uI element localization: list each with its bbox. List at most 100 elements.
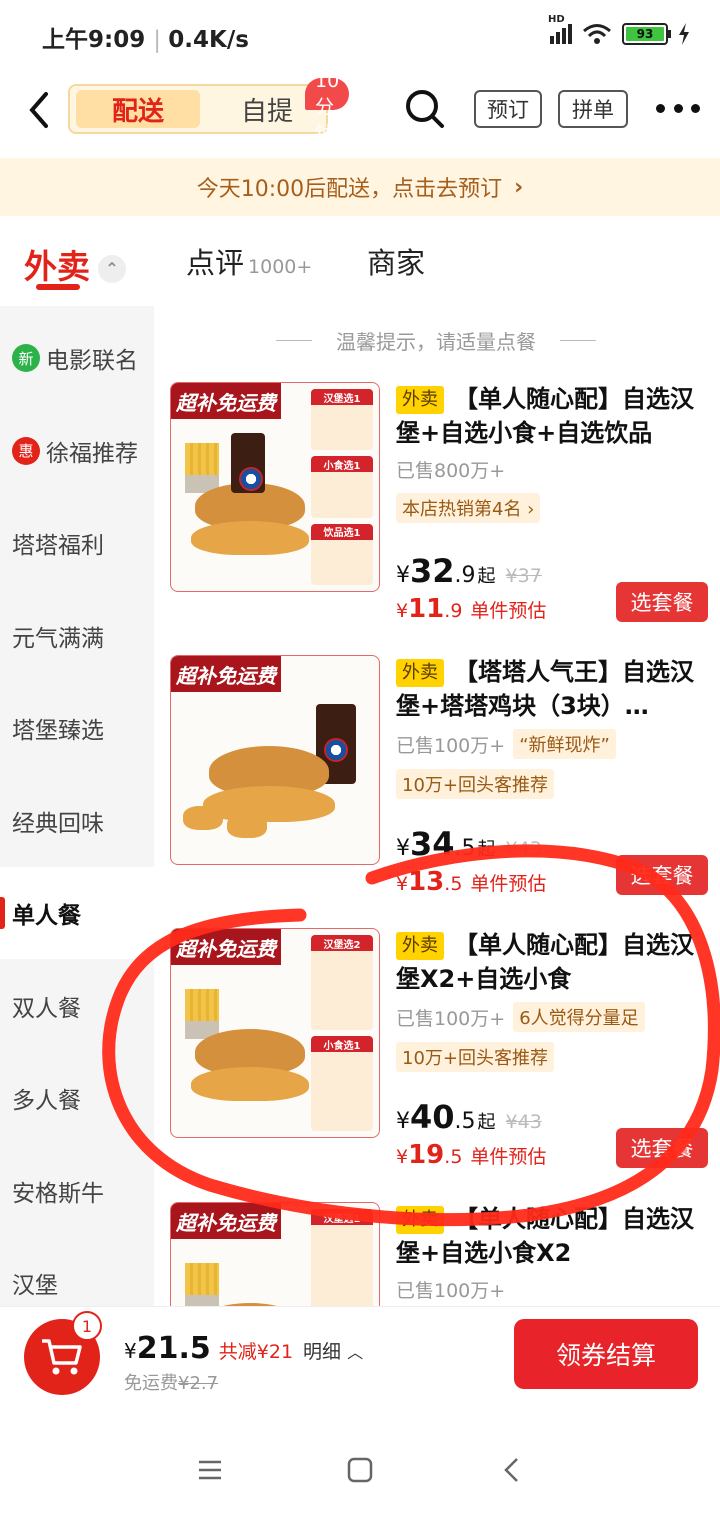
network-speed: 0.4K/s <box>168 27 249 53</box>
reserve-button[interactable]: 预订 <box>474 90 542 128</box>
original-price: ¥37 <box>505 565 542 587</box>
tab-takeout[interactable]: 外卖 ⌃ <box>24 240 126 288</box>
product-chip[interactable]: 本店热销第4名 › <box>396 493 541 523</box>
product-info: 外卖 【单人随心配】自选汉堡X2+自选小食已售100万+ 6人觉得分量足 10万+回头… <box>396 928 701 1072</box>
notice-text: 今天10:00后配送，点击去预订 <box>196 177 503 202</box>
combo-tags: 汉堡选1 小食选1 饮品选1 <box>311 389 373 585</box>
currency-symbol: ¥ <box>396 600 409 622</box>
fast-badge: 快10分钟 <box>305 47 350 145</box>
total-amount: 21.5 <box>136 1331 211 1366</box>
sidebar-item[interactable]: 多人餐 <box>0 1052 154 1144</box>
back-icon[interactable] <box>22 88 62 132</box>
est-decimal: .5 <box>444 873 463 895</box>
est-label: 单件预估 <box>470 1146 547 1168</box>
price-suffix: 起 <box>477 1112 496 1133</box>
sidebar-item[interactable]: 元气满满 <box>0 590 154 682</box>
product-image[interactable]: 超补免运费 汉堡选1 小食选1 饮品选1 <box>170 382 380 592</box>
choose-combo-button[interactable]: 选套餐 <box>616 582 708 622</box>
original-price: ¥43 <box>505 1111 542 1133</box>
product-title[interactable]: 外卖 【单人随心配】自选汉堡+自选小食X2 <box>396 1202 701 1270</box>
sold-row: 已售100万+ “新鲜现炸” <box>396 729 701 759</box>
more-icon[interactable] <box>656 100 700 116</box>
sidebar-item[interactable]: 新电影联名 <box>0 312 154 404</box>
cart-bar: 1 ¥ 21.5 共减¥21 明细 ︿ 免运费¥2.7 领券结算 <box>0 1306 720 1420</box>
product-card[interactable]: 超补免运费 汉堡选2 小食选1 外卖 【单人随心配】自选汉堡X2+自选小食已售100万+… <box>168 928 708 1188</box>
price-integer: 40 <box>410 1098 455 1136</box>
combo-tag-label: 汉堡选1 <box>311 1209 373 1225</box>
fries-image <box>185 989 219 1039</box>
detail-label: 明细 <box>303 1341 342 1363</box>
sidebar-item-label: 安格斯牛 <box>12 1180 104 1207</box>
est-integer: 13 <box>408 867 445 897</box>
product-card[interactable]: 超补免运费 外卖 【塔塔人气王】自选汉堡+塔塔鸡块（3块）… 已售100万+ “新鲜现炸… <box>168 655 708 915</box>
product-card[interactable]: 超补免运费 汉堡选1 小食选1 饮品选1 外卖 【单人随心配】自选汉堡+自选小食+自选饮品… <box>168 382 708 642</box>
fries-image <box>185 443 219 493</box>
sidebar-badge: 惠 <box>12 436 40 465</box>
sidebar-item[interactable]: 经典回味 <box>0 775 154 867</box>
home-icon[interactable] <box>340 1450 380 1490</box>
currency-symbol: ¥ <box>396 1109 410 1134</box>
promo-banner: 超补免运费 <box>171 929 281 965</box>
drink-image <box>231 433 265 493</box>
product-title[interactable]: 外卖 【塔塔人气王】自选汉堡+塔塔鸡块（3块）… <box>396 655 701 723</box>
chips-row: 10万+回头客推荐 <box>396 769 701 799</box>
sidebar-item[interactable]: 单人餐 <box>0 867 154 959</box>
takeout-tag: 外卖 <box>396 1206 444 1234</box>
combo-tag: 汉堡选1 <box>311 389 373 451</box>
product-title[interactable]: 外卖 【单人随心配】自选汉堡+自选小食+自选饮品 <box>396 382 701 450</box>
burger-patty <box>191 521 309 555</box>
tab-indicator <box>36 284 80 290</box>
tab-reviews[interactable]: 点评 1000+ <box>186 240 312 282</box>
sidebar-item-label: 经典回味 <box>12 810 104 837</box>
checkout-button[interactable]: 领券结算 <box>514 1319 698 1389</box>
collapse-icon[interactable]: ⌃ <box>98 254 126 283</box>
menu-icon[interactable] <box>190 1450 230 1490</box>
product-image[interactable]: 超补免运费 <box>170 655 380 865</box>
sidebar-item-label: 电影联名 <box>46 348 138 374</box>
battery-level: 93 <box>626 27 664 41</box>
product-chip: 6人觉得分量足 <box>513 1002 645 1032</box>
charging-icon <box>679 23 689 45</box>
sold-count: 已售100万+ <box>396 734 506 757</box>
back-nav-icon[interactable] <box>492 1450 532 1490</box>
sidebar-item[interactable]: 惠徐福推荐 <box>0 405 154 497</box>
product-chip: 10万+回头客推荐 <box>396 769 554 799</box>
takeout-tag: 外卖 <box>396 659 444 687</box>
original-price: ¥43 <box>505 838 542 860</box>
clock: 上午9:09 <box>42 27 146 53</box>
product-title[interactable]: 外卖 【单人随心配】自选汉堡X2+自选小食 <box>396 928 701 996</box>
search-icon[interactable] <box>404 88 446 130</box>
sold-row: 已售800万+ <box>396 456 701 483</box>
battery-icon: 93 <box>622 23 671 45</box>
tab-merchant[interactable]: 商家 <box>367 240 425 282</box>
chips-row: 10万+回头客推荐 <box>396 1042 701 1072</box>
signal-icon: HD <box>548 14 572 44</box>
sold-row: 已售100万+ 6人觉得分量足 <box>396 1002 701 1032</box>
est-integer: 11 <box>408 594 445 624</box>
mode-delivery-tab[interactable]: 配送 <box>76 90 200 128</box>
nugget-image <box>227 814 267 838</box>
preorder-notice[interactable]: 今天10:00后配送，点击去预订 › <box>0 158 720 216</box>
sold-count: 已售100万+ <box>396 1007 506 1030</box>
status-bar: 上午9:09 | 0.4K/s HD 93 <box>0 0 720 70</box>
est-decimal: .9 <box>444 600 463 622</box>
product-image[interactable]: 超补免运费 汉堡选2 小食选1 <box>170 928 380 1138</box>
tab-reviews-label: 点评 <box>186 246 245 280</box>
promo-banner: 超补免运费 <box>171 656 281 692</box>
cart-count-badge: 1 <box>72 1311 102 1341</box>
tab-merchant-label: 商家 <box>367 246 426 280</box>
choose-combo-button[interactable]: 选套餐 <box>616 1128 708 1168</box>
price-decimal: .9 <box>454 563 476 588</box>
sidebar-item[interactable]: 安格斯牛 <box>0 1145 154 1237</box>
price-decimal: .5 <box>454 1109 476 1134</box>
sidebar-item[interactable]: 塔塔福利 <box>0 497 154 589</box>
choose-combo-button[interactable]: 选套餐 <box>616 855 708 895</box>
sidebar-item-label: 塔堡臻选 <box>12 718 104 744</box>
sidebar-item[interactable]: 塔堡臻选 <box>0 682 154 774</box>
sold-count: 已售100万+ <box>396 1280 506 1302</box>
combo-tag-label: 小食选1 <box>311 1036 373 1052</box>
sidebar-item[interactable]: 双人餐 <box>0 960 154 1052</box>
group-order-button[interactable]: 拼单 <box>558 90 628 128</box>
tip-text: 温馨提示，请适量点餐 <box>336 330 536 354</box>
detail-toggle[interactable]: 明细 ︿ <box>303 1337 363 1364</box>
